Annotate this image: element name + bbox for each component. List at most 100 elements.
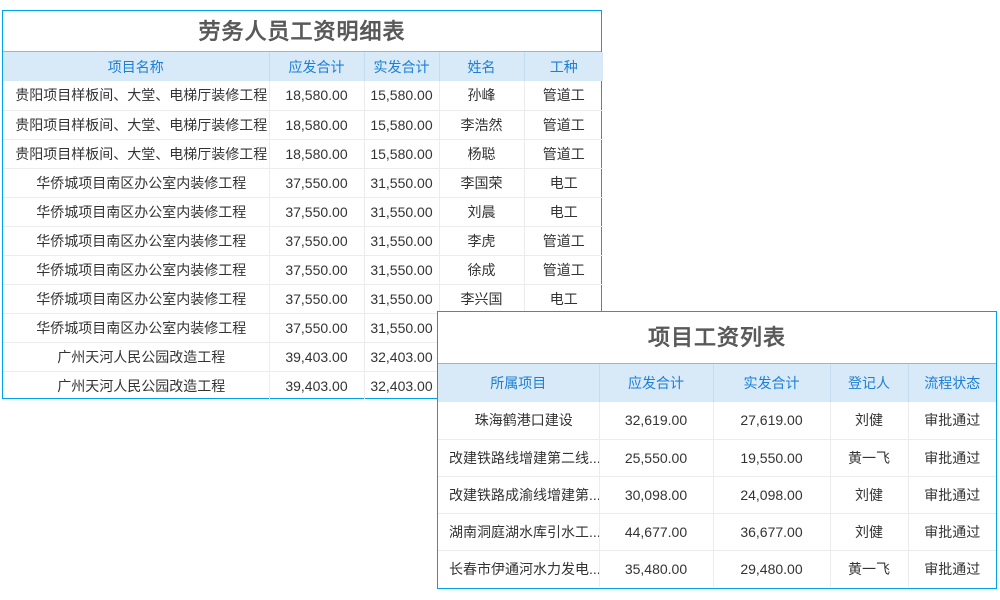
payable-total-cell: 18,580.00 [269, 110, 364, 139]
owning-project-link[interactable]: 改建铁路成渝线增建第... [438, 476, 599, 513]
project-name-link[interactable]: 华侨城项目南区办公室内装修工程 [3, 255, 269, 284]
table-row: 贵阳项目样板间、大堂、电梯厅装修工程 18,580.00 15,580.00 李… [3, 110, 603, 139]
payable-total-cell: 37,550.00 [269, 313, 364, 342]
table-row: 改建铁路线增建第二线... 25,550.00 19,550.00 黄一飞 审批… [438, 439, 996, 476]
worktype-cell: 电工 [524, 284, 603, 313]
table-row: 华侨城项目南区办公室内装修工程 37,550.00 31,550.00 李国荣 … [3, 168, 603, 197]
actual-total-cell: 31,550.00 [364, 197, 439, 226]
flow-status-link[interactable]: 审批通过 [908, 476, 996, 513]
registrant-link[interactable]: 刘健 [830, 476, 908, 513]
payable-total-cell: 37,550.00 [269, 284, 364, 313]
worktype-cell: 管道工 [524, 81, 603, 110]
payable-total-cell: 25,550.00 [599, 439, 713, 476]
actual-total-cell: 19,550.00 [713, 439, 830, 476]
table-row: 华侨城项目南区办公室内装修工程 37,550.00 31,550.00 李虎 管… [3, 226, 603, 255]
payable-total-cell: 39,403.00 [269, 371, 364, 400]
table-row: 湖南洞庭湖水库引水工... 44,677.00 36,677.00 刘健 审批通… [438, 513, 996, 550]
actual-total-cell: 24,098.00 [713, 476, 830, 513]
registrant-link[interactable]: 刘健 [830, 513, 908, 550]
payable-total-cell: 35,480.00 [599, 550, 713, 587]
project-name-link[interactable]: 华侨城项目南区办公室内装修工程 [3, 168, 269, 197]
project-name-link[interactable]: 华侨城项目南区办公室内装修工程 [3, 226, 269, 255]
col-header-payable-total: 应发合计 [599, 364, 713, 402]
actual-total-cell: 36,677.00 [713, 513, 830, 550]
person-name-cell: 徐成 [439, 255, 524, 284]
worktype-cell: 管道工 [524, 226, 603, 255]
header-row: 所属项目 应发合计 实发合计 登记人 流程状态 [438, 364, 996, 402]
project-name-link[interactable]: 贵阳项目样板间、大堂、电梯厅装修工程 [3, 110, 269, 139]
col-header-owning-project: 所属项目 [438, 364, 599, 402]
actual-total-cell: 31,550.00 [364, 255, 439, 284]
actual-total-cell: 15,580.00 [364, 81, 439, 110]
payable-total-cell: 37,550.00 [269, 255, 364, 284]
table-row: 长春市伊通河水力发电... 35,480.00 29,480.00 黄一飞 审批… [438, 550, 996, 587]
project-wage-list-table: 所属项目 应发合计 实发合计 登记人 流程状态 珠海鹤港口建设 32,619.0… [438, 364, 996, 587]
person-name-cell: 李虎 [439, 226, 524, 255]
col-header-actual-total: 实发合计 [713, 364, 830, 402]
payable-total-cell: 44,677.00 [599, 513, 713, 550]
worktype-cell: 管道工 [524, 255, 603, 284]
col-header-project-name: 项目名称 [3, 52, 269, 81]
col-header-person-name: 姓名 [439, 52, 524, 81]
table-row: 贵阳项目样板间、大堂、电梯厅装修工程 18,580.00 15,580.00 杨… [3, 139, 603, 168]
table-row: 华侨城项目南区办公室内装修工程 37,550.00 31,550.00 徐成 管… [3, 255, 603, 284]
header-row: 项目名称 应发合计 实发合计 姓名 工种 [3, 52, 603, 81]
table-row: 珠海鹤港口建设 32,619.00 27,619.00 刘健 审批通过 [438, 402, 996, 439]
table-row: 贵阳项目样板间、大堂、电梯厅装修工程 18,580.00 15,580.00 孙… [3, 81, 603, 110]
col-header-worktype: 工种 [524, 52, 603, 81]
project-name-link[interactable]: 华侨城项目南区办公室内装修工程 [3, 284, 269, 313]
registrant-link[interactable]: 黄一飞 [830, 550, 908, 587]
person-name-cell: 李国荣 [439, 168, 524, 197]
flow-status-link[interactable]: 审批通过 [908, 513, 996, 550]
project-name-link[interactable]: 华侨城项目南区办公室内装修工程 [3, 197, 269, 226]
table-row: 改建铁路成渝线增建第... 30,098.00 24,098.00 刘健 审批通… [438, 476, 996, 513]
payable-total-cell: 18,580.00 [269, 139, 364, 168]
table-row: 华侨城项目南区办公室内装修工程 37,550.00 31,550.00 刘晨 电… [3, 197, 603, 226]
flow-status-link[interactable]: 审批通过 [908, 439, 996, 476]
owning-project-link[interactable]: 珠海鹤港口建设 [438, 402, 599, 439]
payable-total-cell: 37,550.00 [269, 197, 364, 226]
project-name-link[interactable]: 贵阳项目样板间、大堂、电梯厅装修工程 [3, 81, 269, 110]
worktype-cell: 电工 [524, 168, 603, 197]
payable-total-cell: 30,098.00 [599, 476, 713, 513]
col-header-registrant: 登记人 [830, 364, 908, 402]
actual-total-cell: 29,480.00 [713, 550, 830, 587]
registrant-link[interactable]: 黄一飞 [830, 439, 908, 476]
owning-project-link[interactable]: 长春市伊通河水力发电... [438, 550, 599, 587]
actual-total-cell: 31,550.00 [364, 168, 439, 197]
worktype-cell: 电工 [524, 197, 603, 226]
actual-total-cell: 27,619.00 [713, 402, 830, 439]
person-name-cell: 李浩然 [439, 110, 524, 139]
project-name-link[interactable]: 广州天河人民公园改造工程 [3, 342, 269, 371]
person-name-cell: 李兴国 [439, 284, 524, 313]
payable-total-cell: 18,580.00 [269, 81, 364, 110]
payable-total-cell: 32,619.00 [599, 402, 713, 439]
col-header-payable-total: 应发合计 [269, 52, 364, 81]
actual-total-cell: 31,550.00 [364, 284, 439, 313]
flow-status-link[interactable]: 审批通过 [908, 550, 996, 587]
col-header-flow-status: 流程状态 [908, 364, 996, 402]
payable-total-cell: 37,550.00 [269, 226, 364, 255]
actual-total-cell: 31,550.00 [364, 226, 439, 255]
project-wage-list-panel: 项目工资列表 所属项目 应发合计 实发合计 登记人 流程状态 珠海鹤港口建设 3… [437, 311, 997, 589]
worktype-cell: 管道工 [524, 110, 603, 139]
actual-total-cell: 32,403.00 [364, 371, 439, 400]
project-name-link[interactable]: 华侨城项目南区办公室内装修工程 [3, 313, 269, 342]
registrant-link[interactable]: 刘健 [830, 402, 908, 439]
owning-project-link[interactable]: 湖南洞庭湖水库引水工... [438, 513, 599, 550]
actual-total-cell: 32,403.00 [364, 342, 439, 371]
project-name-link[interactable]: 广州天河人民公园改造工程 [3, 371, 269, 400]
person-name-cell: 杨聪 [439, 139, 524, 168]
project-wage-list-title: 项目工资列表 [438, 312, 996, 364]
labor-wage-detail-title: 劳务人员工资明细表 [3, 11, 601, 52]
person-name-cell: 孙峰 [439, 81, 524, 110]
actual-total-cell: 15,580.00 [364, 110, 439, 139]
flow-status-link[interactable]: 审批通过 [908, 402, 996, 439]
payable-total-cell: 39,403.00 [269, 342, 364, 371]
actual-total-cell: 15,580.00 [364, 139, 439, 168]
owning-project-link[interactable]: 改建铁路线增建第二线... [438, 439, 599, 476]
page: 劳务人员工资明细表 项目名称 应发合计 实发合计 姓名 工种 贵阳项目样板间、大… [0, 0, 1000, 600]
payable-total-cell: 37,550.00 [269, 168, 364, 197]
col-header-actual-total: 实发合计 [364, 52, 439, 81]
project-name-link[interactable]: 贵阳项目样板间、大堂、电梯厅装修工程 [3, 139, 269, 168]
